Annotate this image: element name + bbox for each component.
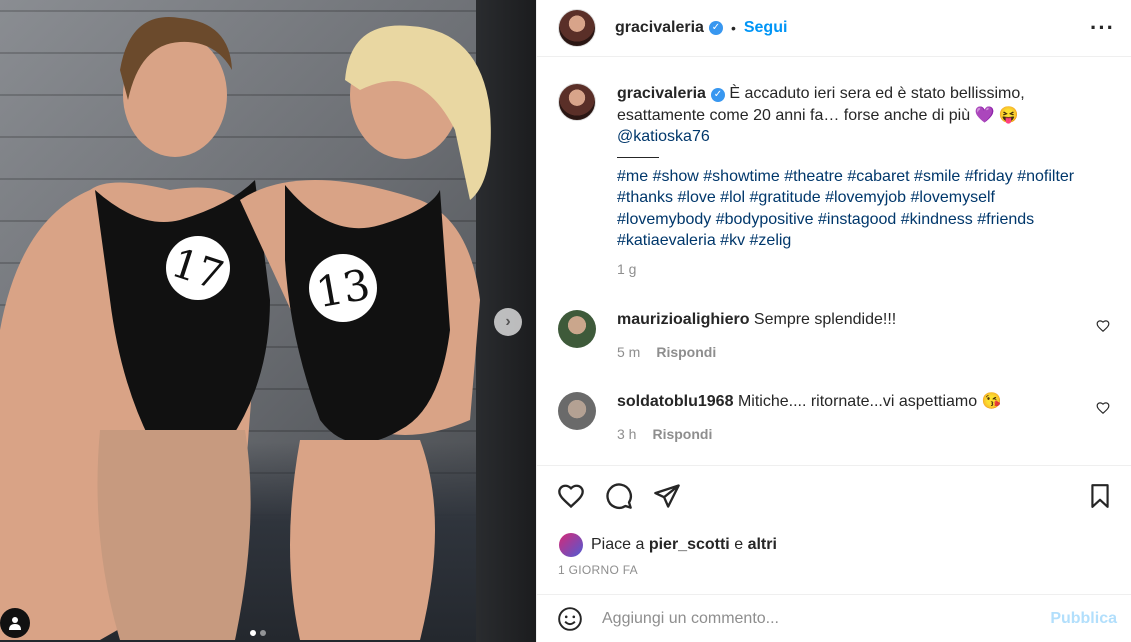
likes-others-link[interactable]: altri bbox=[748, 536, 777, 554]
carousel-indicator bbox=[250, 630, 266, 636]
comment-input[interactable] bbox=[602, 609, 1051, 628]
comment-text: Sempre splendide!!! bbox=[753, 311, 897, 328]
author-avatar[interactable] bbox=[558, 9, 596, 47]
carousel-dot bbox=[260, 630, 266, 636]
photo-people-illustration: 17 13 bbox=[0, 17, 491, 640]
liker-username[interactable]: pier_scotti bbox=[649, 536, 730, 554]
likes-prefix: Piace a bbox=[591, 536, 645, 553]
caption-timestamp: 1 g bbox=[617, 260, 637, 277]
caption-divider bbox=[617, 156, 659, 158]
comment-username[interactable]: maurizioalighiero bbox=[617, 311, 749, 328]
liker-avatar[interactable] bbox=[559, 533, 583, 557]
bib-number-right: 13 bbox=[313, 260, 374, 318]
bookmark-icon bbox=[1091, 483, 1109, 508]
heart-icon[interactable] bbox=[1096, 319, 1110, 333]
save-button[interactable] bbox=[1087, 482, 1113, 510]
commenter-avatar[interactable] bbox=[558, 392, 596, 430]
likes-summary: Piace a pier_scotti e altri bbox=[537, 525, 1131, 557]
emoji-icon[interactable] bbox=[557, 606, 583, 632]
commenter-avatar[interactable] bbox=[558, 310, 596, 348]
comment-timestamp: 5 m bbox=[617, 344, 641, 360]
post-photo[interactable]: 17 13 › bbox=[0, 0, 536, 642]
post-header: gracivaleria ✓ • Segui ··· bbox=[537, 0, 1131, 57]
follow-button[interactable]: Segui bbox=[744, 19, 788, 37]
tagged-users-button[interactable] bbox=[0, 608, 30, 638]
verified-badge-icon: ✓ bbox=[708, 21, 723, 35]
comment-username[interactable]: soldatoblu1968 bbox=[617, 393, 733, 410]
caption-hashtags[interactable]: #me #show #showtime #theatre #cabaret #s… bbox=[617, 168, 1074, 250]
author-username[interactable]: gracivaleria bbox=[615, 19, 704, 37]
reply-button[interactable]: Rispondi bbox=[656, 344, 716, 360]
post-caption: gracivaleria ✓ È accaduto ieri sera ed è … bbox=[558, 83, 1110, 280]
post-date: 1 GIORNO FA bbox=[558, 563, 638, 577]
heart-icon[interactable] bbox=[1096, 401, 1110, 415]
carousel-dot-active bbox=[250, 630, 256, 636]
comments-section: gracivaleria ✓ È accaduto ieri sera ed è … bbox=[537, 57, 1131, 465]
caption-author-avatar[interactable] bbox=[558, 83, 596, 121]
speech-bubble-icon bbox=[606, 482, 632, 509]
comment-text: Mitiche.... ritornate...vi aspettiamo 😘 bbox=[737, 393, 1002, 410]
dot-separator: • bbox=[730, 20, 736, 36]
reply-button[interactable]: Rispondi bbox=[652, 426, 712, 442]
publish-comment-button[interactable]: Pubblica bbox=[1050, 610, 1117, 628]
comment-button[interactable] bbox=[605, 482, 633, 510]
next-photo-button[interactable]: › bbox=[494, 308, 522, 336]
verified-badge-icon: ✓ bbox=[710, 88, 725, 102]
caption-username[interactable]: gracivaleria bbox=[617, 85, 706, 102]
like-button[interactable] bbox=[557, 482, 585, 510]
comment-item: soldatoblu1968 Mitiche.... ritornate...v… bbox=[558, 392, 1110, 444]
chevron-right-icon: › bbox=[505, 313, 511, 330]
ellipsis-icon[interactable]: ··· bbox=[1090, 15, 1115, 41]
heart-icon bbox=[558, 484, 584, 508]
paper-plane-icon bbox=[654, 483, 680, 508]
post-actions-bar bbox=[537, 465, 1131, 525]
person-icon bbox=[9, 617, 21, 630]
post-details-panel: gracivaleria ✓ • Segui ··· gracivaleria ✓… bbox=[536, 0, 1131, 642]
comment-timestamp: 3 h bbox=[617, 426, 637, 442]
likes-joiner: e bbox=[734, 536, 744, 553]
comment-item: maurizioalighiero Sempre splendide!!! 5 … bbox=[558, 310, 1110, 362]
share-button[interactable] bbox=[653, 482, 681, 510]
add-comment-bar: Pubblica bbox=[537, 594, 1131, 642]
caption-mention[interactable]: @katioska76 bbox=[617, 128, 710, 145]
